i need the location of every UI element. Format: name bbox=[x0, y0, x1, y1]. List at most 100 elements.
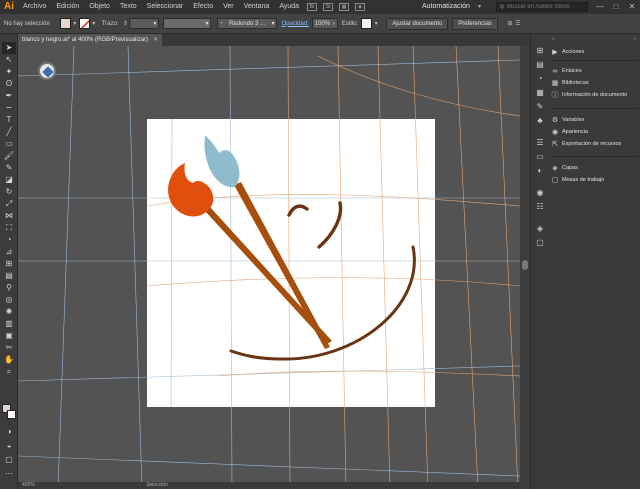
zoom-tool-icon[interactable]: ⌕ bbox=[2, 366, 16, 378]
paintbrush-tool-icon[interactable]: 🖌 bbox=[2, 150, 16, 162]
eraser-tool-icon[interactable]: ◪ bbox=[2, 174, 16, 186]
minimize-button[interactable]: — bbox=[592, 0, 608, 14]
selection-tool-icon[interactable]: ➤ bbox=[2, 42, 16, 54]
hand-tool-icon[interactable]: ✋ bbox=[2, 354, 16, 366]
color-icon[interactable]: ◔ bbox=[533, 72, 547, 86]
stepper-icon[interactable]: ⇕ bbox=[121, 20, 129, 28]
menu-edicion[interactable]: Edición bbox=[51, 0, 84, 14]
shape-builder-tool-icon[interactable]: ◔ bbox=[2, 234, 16, 246]
variable-width-profile[interactable]: ▾ bbox=[163, 18, 212, 29]
brush-definition-dropdown[interactable]: • Redondo 3 ... ▾ bbox=[217, 18, 278, 29]
magic-wand-tool-icon[interactable]: ✦ bbox=[2, 66, 16, 78]
transparency-icon[interactable]: ◐ bbox=[533, 164, 547, 178]
bridge-icon[interactable]: Br bbox=[307, 3, 318, 11]
adjust-document-button[interactable]: Ajustar documento bbox=[386, 17, 449, 30]
collapse-panels-icon[interactable]: » bbox=[633, 36, 636, 42]
appearance-icon[interactable]: ☷ bbox=[533, 200, 547, 214]
rectangle-tool-icon[interactable]: ▭ bbox=[2, 138, 16, 150]
align-icon[interactable]: ⊞ bbox=[506, 20, 514, 28]
menu-efecto[interactable]: Efecto bbox=[188, 0, 218, 14]
panel-tab-exportacion-de-recursos[interactable]: ⇱ Exportación de recursos bbox=[548, 138, 640, 150]
symbols-icon[interactable]: ♣ bbox=[533, 114, 547, 128]
fill-swatch[interactable] bbox=[59, 18, 71, 29]
opacity-field[interactable]: 100% › bbox=[311, 18, 338, 29]
lasso-tool-icon[interactable]: ʘ bbox=[2, 78, 16, 90]
chevron-down-icon[interactable]: ▾ bbox=[90, 20, 98, 28]
menu-objeto[interactable]: Objeto bbox=[84, 0, 115, 14]
symbol-sprayer-tool-icon[interactable]: ✺ bbox=[2, 306, 16, 318]
blend-tool-icon[interactable]: ◎ bbox=[2, 294, 16, 306]
pen-tool-icon[interactable]: ✒ bbox=[2, 90, 16, 102]
libraries-icon[interactable]: ▤ bbox=[533, 58, 547, 72]
layers-icon[interactable]: ◈ bbox=[533, 222, 547, 236]
eye-stroke[interactable] bbox=[287, 204, 309, 217]
panel-tab-variables[interactable]: ⚙ Variables bbox=[548, 114, 640, 126]
panel-tab-enlaces[interactable]: ∞ Enlaces bbox=[548, 65, 640, 77]
panel-tab-acciones[interactable]: ▶ Acciones bbox=[548, 46, 640, 58]
swatches-icon[interactable]: ▦ bbox=[533, 86, 547, 100]
expand-panels-icon[interactable]: « bbox=[552, 36, 555, 42]
status-info[interactable]: Selección bbox=[146, 482, 168, 488]
mesh-tool-icon[interactable]: ⊞ bbox=[2, 258, 16, 270]
direct-selection-tool-icon[interactable]: ↖ bbox=[2, 54, 16, 66]
maximize-button[interactable]: □ bbox=[608, 0, 624, 14]
chevron-down-icon[interactable]: ▾ bbox=[478, 0, 481, 14]
arrange-documents-icon[interactable]: ▦ bbox=[339, 3, 350, 11]
paintbrush-handle[interactable] bbox=[234, 182, 330, 349]
canvas-area[interactable] bbox=[18, 46, 520, 489]
chevron-down-icon[interactable]: ▾ bbox=[372, 20, 380, 28]
stroke-color-icon[interactable] bbox=[7, 410, 16, 419]
stroke-weight-dropdown[interactable]: ▾ bbox=[129, 18, 160, 29]
panel-tab-mesas-de-trabajo[interactable]: ▢ Mesas de trabajo bbox=[548, 174, 640, 186]
gradient-tool-icon[interactable]: ▤ bbox=[2, 270, 16, 282]
more-tools-icon[interactable]: ⋯ bbox=[2, 468, 16, 480]
graphic-style-swatch[interactable] bbox=[361, 18, 373, 29]
preferences-button[interactable]: Preferencias bbox=[452, 17, 498, 30]
slice-tool-icon[interactable]: ✂ bbox=[2, 342, 16, 354]
curvature-tool-icon[interactable]: ∽ bbox=[2, 102, 16, 114]
paintbrush-tip[interactable] bbox=[204, 135, 240, 188]
rotate-tool-icon[interactable]: ↻ bbox=[2, 186, 16, 198]
color-mode-icon[interactable]: ◑ bbox=[2, 426, 16, 438]
line-segment-tool-icon[interactable]: ╱ bbox=[2, 126, 16, 138]
stroke-swatch[interactable] bbox=[78, 18, 90, 29]
menu-ventana[interactable]: Ventana bbox=[239, 0, 275, 14]
opacity-label[interactable]: Opacidad: bbox=[281, 21, 308, 27]
artwork[interactable] bbox=[147, 119, 435, 407]
free-transform-tool-icon[interactable]: ⛶ bbox=[2, 222, 16, 234]
search-input[interactable] bbox=[507, 4, 587, 10]
panel-tab-apariencia[interactable]: ◉ Apariencia bbox=[548, 126, 640, 138]
gpu-icon[interactable]: ◈ bbox=[355, 3, 366, 11]
stock-search-box[interactable]: ⚲ bbox=[496, 2, 588, 12]
paintbrush-right[interactable] bbox=[204, 135, 331, 349]
scrollbar-thumb[interactable] bbox=[522, 260, 528, 270]
scale-tool-icon[interactable]: ⤢ bbox=[2, 198, 16, 210]
stock-icon[interactable]: St bbox=[323, 3, 334, 11]
eyedropper-tool-icon[interactable]: ⚲ bbox=[2, 282, 16, 294]
gradient-icon[interactable]: ▭ bbox=[533, 150, 547, 164]
menu-seleccionar[interactable]: Seleccionar bbox=[142, 0, 189, 14]
menu-ayuda[interactable]: Ayuda bbox=[274, 0, 304, 14]
type-tool-icon[interactable]: T bbox=[2, 114, 16, 126]
paintbrush-tip[interactable] bbox=[168, 163, 214, 217]
column-graph-tool-icon[interactable]: ▥ bbox=[2, 318, 16, 330]
menu-archivo[interactable]: Archivo bbox=[18, 0, 51, 14]
shaper-tool-icon[interactable]: ✎ bbox=[2, 162, 16, 174]
toolbar-grip[interactable]: ⇔ bbox=[0, 34, 17, 42]
panel-tab-capas[interactable]: ◈ Capas bbox=[548, 162, 640, 174]
fill-stroke-control[interactable] bbox=[2, 404, 16, 420]
vertical-scrollbar[interactable] bbox=[520, 46, 530, 489]
perspective-grid-tool-icon[interactable]: ⊿ bbox=[2, 246, 16, 258]
zoom-level[interactable]: 400% bbox=[22, 482, 35, 488]
stroke-icon[interactable]: ☰ bbox=[533, 136, 547, 150]
close-button[interactable]: ✕ bbox=[624, 0, 640, 14]
brushes-icon[interactable]: ✎ bbox=[533, 100, 547, 114]
graphic-styles-icon[interactable]: ◉ bbox=[533, 186, 547, 200]
panel-menu-icon[interactable]: ☰ bbox=[514, 20, 522, 28]
width-tool-icon[interactable]: ⋈ bbox=[2, 210, 16, 222]
drawing-mode-icon[interactable]: ◒ bbox=[2, 440, 16, 452]
perspective-plane-widget[interactable] bbox=[38, 62, 56, 80]
eye-stroke[interactable] bbox=[317, 201, 343, 249]
properties-icon[interactable]: ⊞ bbox=[533, 44, 547, 58]
chevron-down-icon[interactable]: ▾ bbox=[71, 20, 79, 28]
